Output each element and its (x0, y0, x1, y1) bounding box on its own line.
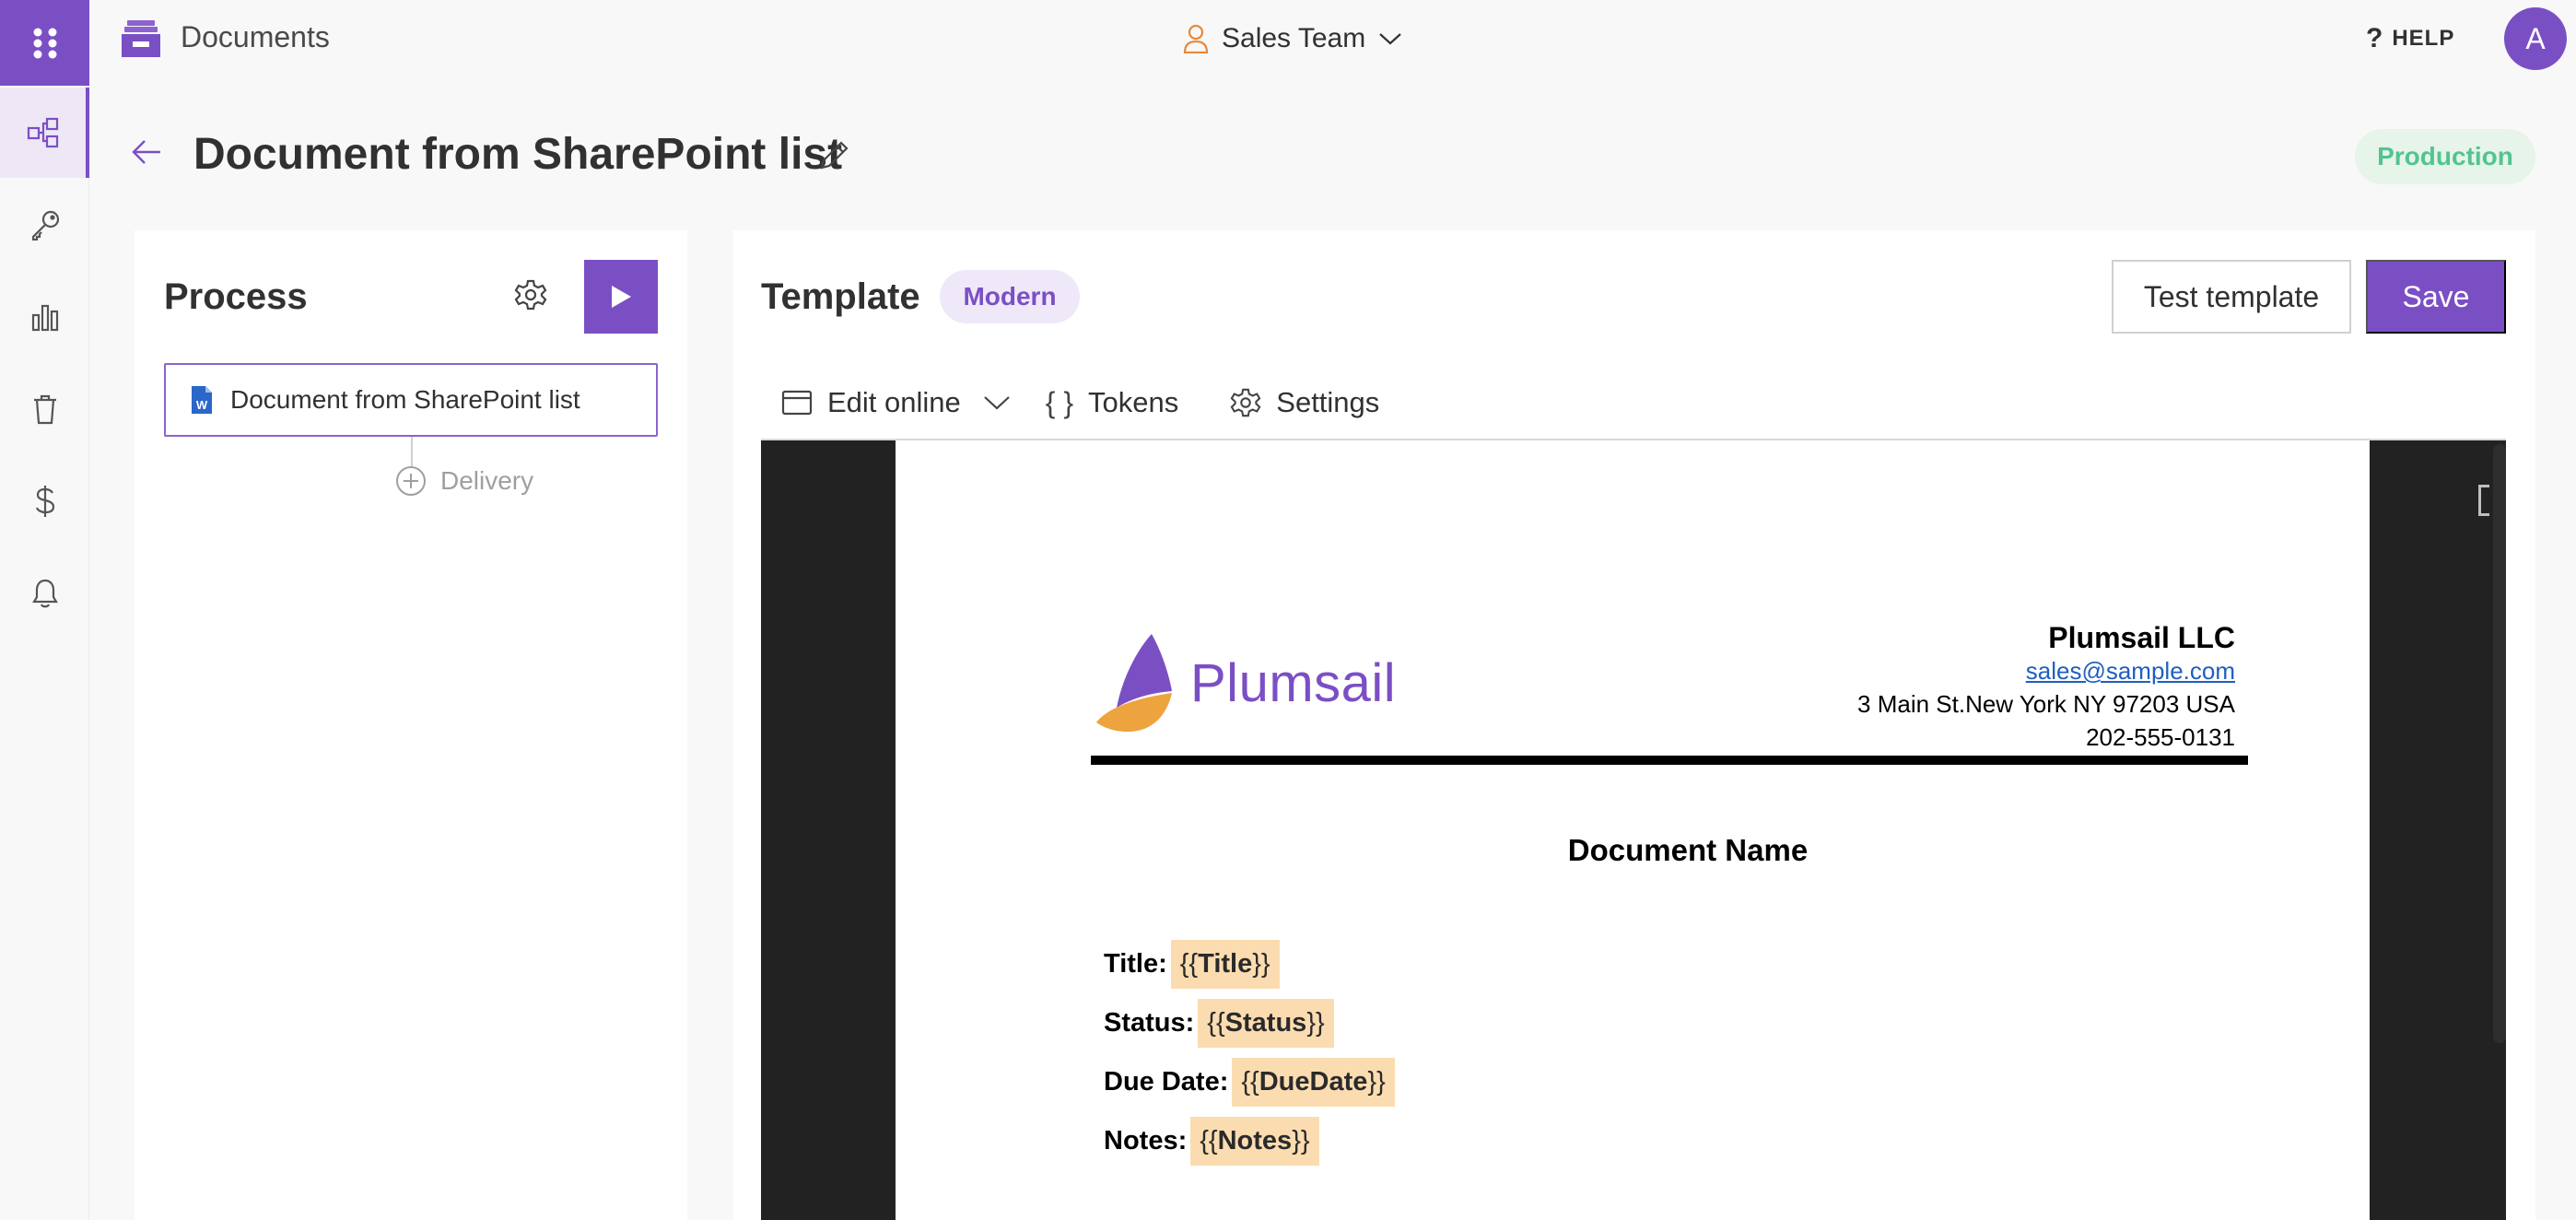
chevron-down-icon (984, 396, 1010, 410)
document-editor[interactable]: Plumsail Plumsail LLC sales@sample.com 3… (761, 439, 2506, 1220)
plus-circle-icon (396, 466, 426, 496)
chart-icon (31, 304, 58, 332)
save-button[interactable]: Save (2366, 260, 2506, 334)
app-launcher-button[interactable] (0, 0, 89, 86)
header-divider (1091, 756, 2248, 765)
key-icon (31, 210, 59, 240)
svg-text:W: W (196, 398, 208, 412)
editor-scrollbar[interactable] (2493, 444, 2506, 1043)
process-step-document[interactable]: W Document from SharePoint list (164, 363, 658, 437)
rail-item-notifications[interactable] (0, 548, 89, 639)
user-avatar[interactable]: A (2504, 7, 2567, 70)
delivery-label: Delivery (440, 466, 534, 495)
team-name: Sales Team (1222, 23, 1366, 53)
token-name: Title (1198, 949, 1253, 979)
flow-icon (27, 117, 58, 148)
edit-online-label: Edit online (827, 386, 961, 418)
token-name: Notes (1217, 1126, 1293, 1155)
token-highlight[interactable]: {{Status}} (1198, 999, 1334, 1048)
word-document-icon: W (192, 386, 212, 414)
trash-icon (33, 394, 56, 425)
company-address: 3 Main St.New York NY 97203 USA (1857, 690, 2235, 718)
rail-item-usage[interactable] (0, 272, 89, 362)
help-label: HELP (2392, 26, 2455, 51)
template-panel: Template Modern Test template Save Edit … (733, 230, 2535, 1220)
question-mark-icon: ? (2366, 23, 2383, 53)
field-label: Notes: (1104, 1126, 1188, 1155)
company-block: Plumsail LLC sales@sample.com 3 Main St.… (1857, 621, 2235, 754)
pencil-icon (820, 141, 849, 170)
field-title: Title: {{Title}} (1104, 940, 1280, 989)
environment-badge: Production (2355, 129, 2535, 184)
document-name: Document Name (1567, 833, 1809, 867)
inbox-tray-icon (122, 20, 160, 57)
curly-braces-icon: { } (1045, 385, 1074, 419)
token-name: DueDate (1259, 1067, 1368, 1097)
team-switcher[interactable]: Sales Team (1183, 18, 1402, 59)
browser-window-icon (781, 390, 813, 416)
logo-text: Plumsail (1190, 652, 1397, 713)
page-title: Document from SharePoint list (193, 130, 843, 179)
field-notes: Notes: {{Notes}} (1104, 1117, 1319, 1166)
rail-item-recycle-bin[interactable] (0, 364, 89, 454)
gear-icon (1230, 388, 1261, 417)
company-phone: 202-555-0131 (2086, 723, 2235, 751)
edit-title-button[interactable] (818, 138, 851, 171)
help-link[interactable]: ? HELP (2366, 20, 2454, 57)
process-settings-button[interactable] (514, 278, 547, 311)
token-highlight[interactable]: {{DueDate}} (1232, 1058, 1395, 1107)
token-highlight[interactable]: {{Notes}} (1190, 1117, 1319, 1166)
bell-icon (31, 579, 58, 608)
field-status: Status: {{Status}} (1104, 999, 1334, 1048)
gear-icon (514, 279, 547, 311)
rail-item-api-keys[interactable] (0, 180, 89, 270)
tokens-label: Tokens (1088, 386, 1179, 418)
process-title: Process (164, 276, 308, 317)
process-panel: Process W Document from SharePoint list … (135, 230, 687, 1220)
field-label: Status: (1104, 1008, 1195, 1038)
company-email-link[interactable]: sales@sample.com (1857, 654, 2235, 687)
editor-side-handle[interactable] (2478, 485, 2489, 516)
rail-item-processes[interactable] (0, 88, 89, 178)
app-title: Documents (181, 20, 330, 53)
field-due-date: Due Date: {{DueDate}} (1104, 1058, 1395, 1107)
grid-icon (33, 28, 56, 58)
template-type-badge: Modern (940, 270, 1080, 323)
arrow-left-icon (132, 140, 160, 164)
back-button[interactable] (131, 138, 162, 166)
company-logo: Plumsail (1095, 632, 1396, 733)
step-label: Document from SharePoint list (230, 385, 580, 414)
dollar-icon (35, 486, 54, 517)
plumsail-logo-icon (1096, 634, 1172, 733)
template-toolbar: Edit online { } Tokens Settings (781, 380, 1379, 426)
settings-label: Settings (1276, 386, 1380, 418)
edit-online-button[interactable]: Edit online (781, 386, 961, 419)
token-name: Status (1224, 1008, 1307, 1038)
user-icon (1183, 24, 1209, 53)
left-rail (0, 0, 89, 1220)
document-page: Plumsail Plumsail LLC sales@sample.com 3… (896, 440, 2370, 1220)
tokens-button[interactable]: { } Tokens (1046, 386, 1179, 420)
token-highlight[interactable]: {{Title}} (1170, 940, 1280, 989)
chevron-down-icon (1379, 33, 1401, 45)
edit-online-dropdown[interactable] (983, 394, 1011, 411)
test-template-button[interactable]: Test template (2112, 260, 2351, 334)
settings-button[interactable]: Settings (1230, 386, 1379, 419)
run-process-button[interactable] (584, 260, 658, 334)
play-icon (612, 286, 631, 308)
field-label: Due Date: (1104, 1067, 1229, 1097)
template-title: Template (761, 276, 920, 317)
rail-item-billing[interactable] (0, 456, 89, 546)
field-label: Title: (1104, 949, 1167, 979)
company-name: Plumsail LLC (2048, 621, 2235, 654)
documents-logo (120, 18, 162, 59)
add-delivery-button[interactable]: Delivery (394, 464, 533, 498)
